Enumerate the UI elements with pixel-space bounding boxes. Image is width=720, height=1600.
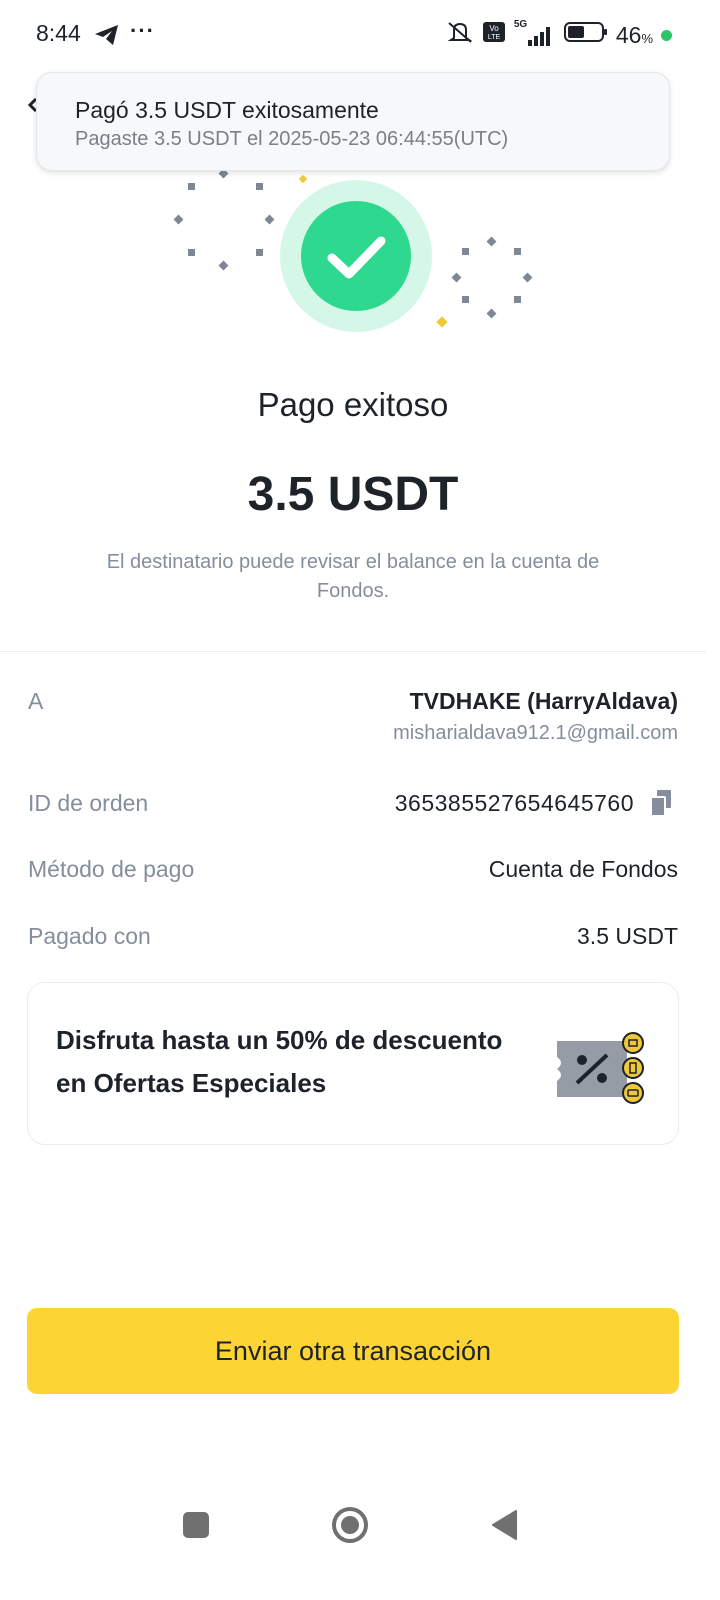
battery-percent: 46% xyxy=(615,21,653,48)
mute-icon xyxy=(446,20,474,50)
recipient-email: misharialdava912.1@gmail.com xyxy=(393,722,678,744)
recipient-label: A xyxy=(28,688,44,714)
send-another-transaction-button[interactable]: Enviar otra transacción xyxy=(27,1308,679,1394)
payment-method-value: Cuenta de Fondos xyxy=(488,856,678,882)
order-id-value: 365385527654645760 xyxy=(394,790,634,816)
promo-text: Disfruta hasta un 50% de descuento en Of… xyxy=(56,1025,503,1098)
status-right-group: Vo LTE 5G 46% xyxy=(446,19,672,50)
success-illustration xyxy=(160,168,550,338)
telegram-icon xyxy=(94,24,120,51)
section-divider xyxy=(0,651,706,652)
more-notifications-icon: ··· xyxy=(130,18,155,43)
toast-subtitle: Pagaste 3.5 USDT el 2025-05-23 06:44:55(… xyxy=(75,128,509,150)
privacy-indicator-dot xyxy=(661,29,672,41)
discount-ticket-icon xyxy=(555,1031,649,1107)
signal-icon: 5G xyxy=(514,19,556,47)
payment-method-label: Método de pago xyxy=(28,856,195,882)
confetti-right xyxy=(451,236,533,319)
paid-with-value: 3.5 USDT xyxy=(577,923,678,949)
recent-apps-button[interactable] xyxy=(176,1505,216,1545)
status-time: 8:44 xyxy=(36,20,81,46)
svg-text:Vo: Vo xyxy=(489,24,499,33)
volte-icon: Vo LTE xyxy=(482,21,506,49)
sparkle-bottom xyxy=(436,316,448,328)
result-amount: 3.5 USDT xyxy=(247,468,459,521)
recipient-name: TVDHAKE (HarryAldava) xyxy=(409,688,678,714)
result-description: El destinatario puede revisar el balance… xyxy=(106,551,600,602)
paid-with-label: Pagado con xyxy=(28,923,151,949)
sparkle-top xyxy=(298,174,308,184)
confetti-left xyxy=(173,168,275,271)
promo-card[interactable]: Disfruta hasta un 50% de descuento en Of… xyxy=(27,982,679,1145)
toast-title: Pagó 3.5 USDT exitosamente xyxy=(75,97,379,123)
result-title: Pago exitoso xyxy=(257,386,449,423)
home-button[interactable] xyxy=(330,1505,370,1545)
order-id-label: ID de orden xyxy=(28,790,149,816)
copy-icon[interactable] xyxy=(649,789,673,817)
back-button[interactable] xyxy=(484,1505,524,1545)
payment-toast[interactable]: Pagó 3.5 USDT exitosamente Pagaste 3.5 U… xyxy=(36,72,670,171)
success-circle xyxy=(301,201,411,311)
battery-icon xyxy=(563,21,608,49)
svg-text:LTE: LTE xyxy=(488,34,501,41)
